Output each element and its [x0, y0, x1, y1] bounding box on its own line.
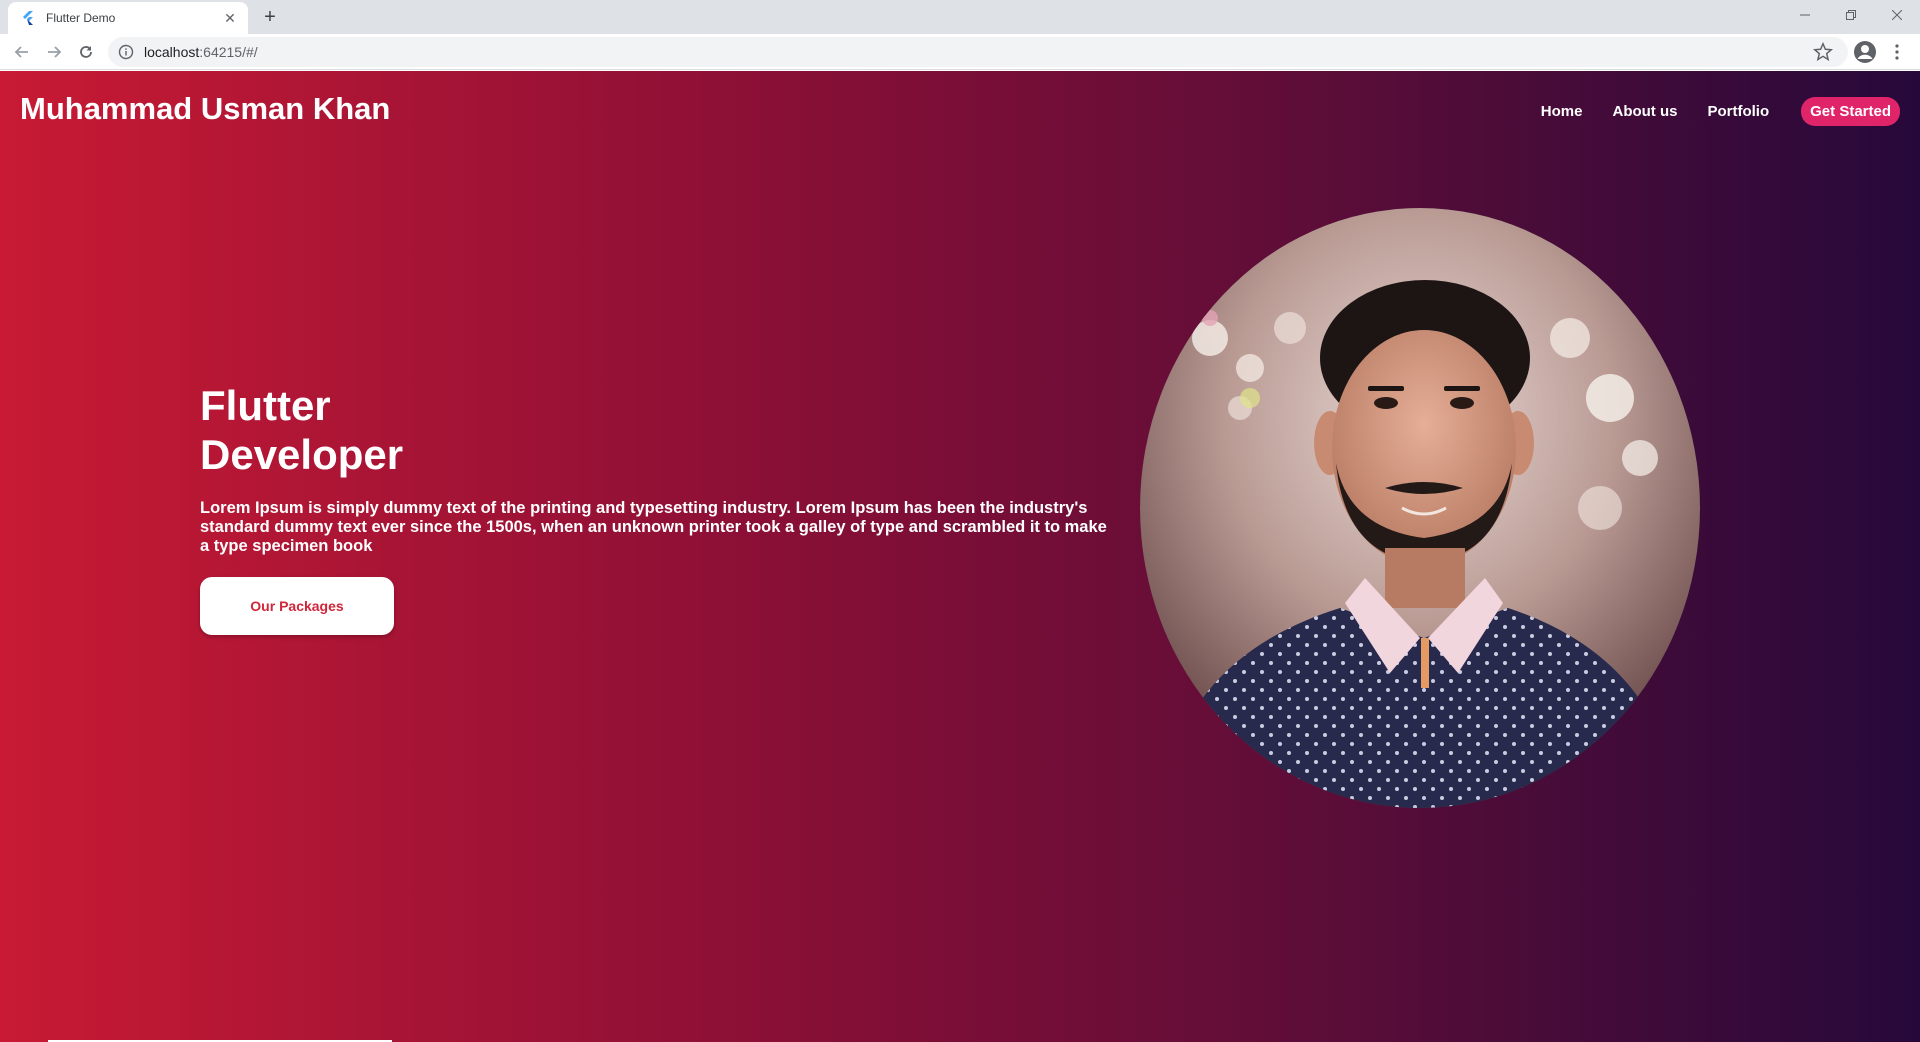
kebab-menu-icon[interactable]	[1884, 39, 1910, 65]
browser-toolbar: localhost:64215/#/	[0, 34, 1920, 70]
restore-icon[interactable]	[1828, 0, 1874, 30]
close-tab-icon[interactable]: ✕	[222, 10, 238, 27]
nav-home[interactable]: Home	[1541, 103, 1583, 120]
profile-photo	[1140, 208, 1700, 808]
browser-tab[interactable]: Flutter Demo ✕	[8, 2, 248, 34]
nav-about[interactable]: About us	[1612, 103, 1677, 120]
hero-title: Flutter Developer	[200, 381, 403, 479]
hero-title-line1: Flutter	[200, 382, 331, 429]
site-nav: Home About us Portfolio Get Started	[1511, 97, 1900, 126]
site-brand[interactable]: Muhammad Usman Khan	[20, 91, 390, 127]
new-tab-button[interactable]: +	[258, 5, 282, 29]
url-path: :64215/#/	[199, 44, 258, 60]
url-host: localhost	[144, 44, 200, 60]
arrow-left-icon[interactable]	[8, 38, 36, 66]
window-controls	[1782, 0, 1920, 30]
minimize-icon[interactable]	[1782, 0, 1828, 30]
close-window-icon[interactable]	[1874, 0, 1920, 30]
address-bar[interactable]: localhost:64215/#/	[108, 37, 1848, 67]
our-packages-button[interactable]: Our Packages	[200, 577, 394, 635]
flutter-logo-icon	[20, 10, 36, 26]
info-icon[interactable]	[118, 44, 134, 60]
get-started-button[interactable]: Get Started	[1801, 97, 1900, 126]
hero-title-line2: Developer	[200, 431, 404, 478]
tab-title: Flutter Demo	[46, 11, 116, 25]
arrow-right-icon[interactable]	[40, 38, 68, 66]
star-icon[interactable]	[1812, 41, 1834, 63]
account-circle-icon[interactable]	[1852, 39, 1878, 65]
nav-portfolio[interactable]: Portfolio	[1707, 103, 1769, 120]
page-content: Muhammad Usman Khan Home About us Portfo…	[0, 71, 1920, 1042]
browser-tabstrip: Flutter Demo ✕ +	[0, 0, 1920, 34]
reload-icon[interactable]	[72, 38, 100, 66]
hero-description: Lorem Ipsum is simply dummy text of the …	[200, 499, 1107, 555]
